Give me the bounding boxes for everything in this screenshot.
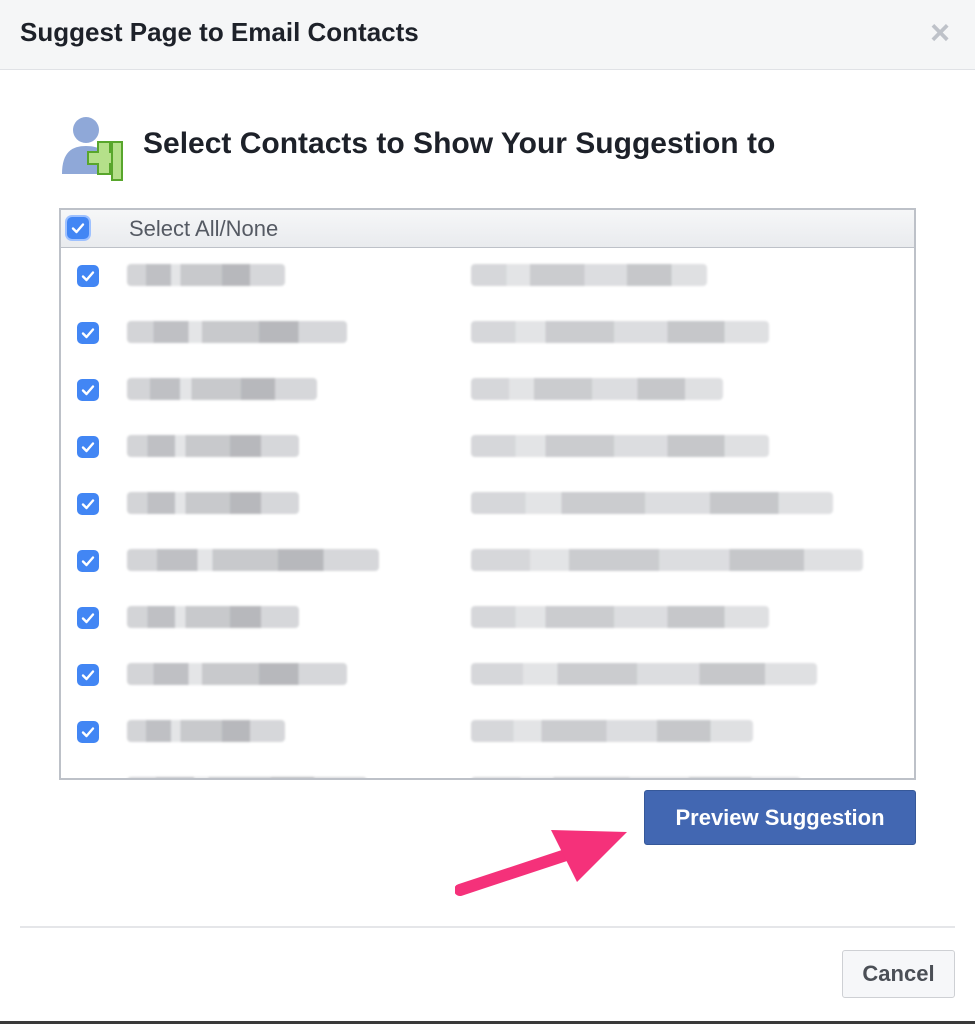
contact-row[interactable] xyxy=(61,533,914,589)
contact-email-redacted xyxy=(471,720,753,742)
select-all-label: Select All/None xyxy=(129,216,279,241)
contact-name-redacted xyxy=(127,663,347,685)
checkmark-icon xyxy=(71,223,85,234)
dialog-title: Suggest Page to Email Contacts xyxy=(20,17,419,47)
select-all-checkbox[interactable] xyxy=(67,217,89,239)
contact-checkbox[interactable] xyxy=(77,265,99,287)
checkmark-icon xyxy=(81,670,95,681)
checkmark-icon xyxy=(81,271,95,282)
contact-name-redacted xyxy=(127,435,299,457)
contact-row[interactable] xyxy=(61,761,914,780)
contact-email-redacted xyxy=(471,264,707,286)
cancel-button[interactable]: Cancel xyxy=(842,950,955,998)
preview-suggestion-button[interactable]: Preview Suggestion xyxy=(644,790,916,845)
contact-checkbox[interactable] xyxy=(77,322,99,344)
contact-row[interactable] xyxy=(61,305,914,361)
checkmark-icon xyxy=(81,499,95,510)
contacts-list[interactable]: Select All/None xyxy=(59,208,916,780)
checkmark-icon xyxy=(81,613,95,624)
contact-name-redacted xyxy=(127,777,367,778)
contact-row[interactable] xyxy=(61,248,914,304)
checkmark-icon xyxy=(81,328,95,339)
contact-email-redacted xyxy=(471,606,769,628)
contact-name-redacted xyxy=(127,720,285,742)
footer-divider xyxy=(20,926,955,928)
contact-checkbox[interactable] xyxy=(77,607,99,629)
pink-arrow-icon xyxy=(455,830,627,896)
suggest-page-dialog: Suggest Page to Email Contacts × Select … xyxy=(0,0,975,1024)
contact-email-redacted xyxy=(471,663,817,685)
contact-checkbox[interactable] xyxy=(77,493,99,515)
checkmark-icon xyxy=(81,385,95,396)
contact-email-redacted xyxy=(471,378,723,400)
contact-email-redacted xyxy=(471,321,769,343)
contact-name-redacted xyxy=(127,264,285,286)
contact-checkbox[interactable] xyxy=(77,778,99,780)
contact-email-redacted xyxy=(471,549,863,571)
contact-checkbox[interactable] xyxy=(77,379,99,401)
section-heading: Select Contacts to Show Your Suggestion … xyxy=(143,127,776,160)
contact-email-redacted xyxy=(471,492,833,514)
dialog-titlebar: Suggest Page to Email Contacts × xyxy=(0,0,975,70)
contact-name-redacted xyxy=(127,321,347,343)
checkmark-icon xyxy=(81,727,95,738)
close-icon[interactable]: × xyxy=(925,16,955,50)
contact-row[interactable] xyxy=(61,362,914,418)
contact-row[interactable] xyxy=(61,419,914,475)
contact-row[interactable] xyxy=(61,476,914,532)
contact-checkbox[interactable] xyxy=(77,664,99,686)
contact-row[interactable] xyxy=(61,704,914,760)
contact-row[interactable] xyxy=(61,590,914,646)
contact-checkbox[interactable] xyxy=(77,721,99,743)
contact-email-redacted xyxy=(471,435,769,457)
contact-name-redacted xyxy=(127,492,299,514)
contact-checkbox[interactable] xyxy=(77,550,99,572)
contact-name-redacted xyxy=(127,606,299,628)
select-all-row[interactable]: Select All/None xyxy=(61,210,914,248)
checkmark-icon xyxy=(81,442,95,453)
checkmark-icon xyxy=(81,556,95,567)
contact-checkbox[interactable] xyxy=(77,436,99,458)
contact-email-redacted xyxy=(471,777,801,778)
contact-row[interactable] xyxy=(61,647,914,703)
contact-name-redacted xyxy=(127,378,317,400)
contact-name-redacted xyxy=(127,549,379,571)
add-contact-icon xyxy=(62,117,123,181)
